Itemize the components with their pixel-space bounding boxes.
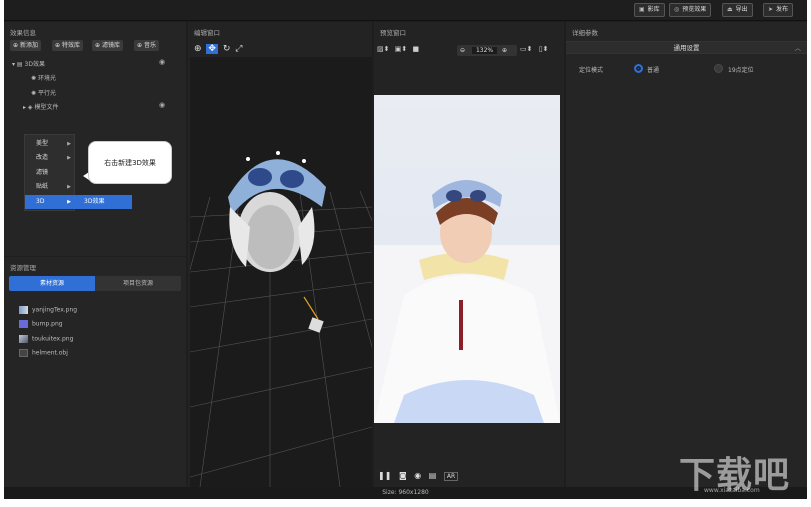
watermark-url: www.xiazaiba.com bbox=[704, 487, 760, 494]
helmet-head-model bbox=[228, 151, 326, 272]
image-thumbnail-icon bbox=[19, 335, 28, 343]
preview-bottom-bar: ❚❚ ◙ ◉ ▤ AR bbox=[378, 471, 459, 481]
preview-photo bbox=[374, 95, 560, 423]
effects-library-button[interactable]: ⊕ 特效库 bbox=[52, 40, 83, 51]
3d-viewport[interactable] bbox=[190, 57, 372, 487]
plus-icon: ⊕ bbox=[55, 42, 62, 49]
instruction-callout: 右击新建3D效果 bbox=[88, 141, 172, 184]
resources-panel-title: 资源管理 bbox=[10, 264, 36, 272]
radio-normal-label: 普通 bbox=[647, 67, 660, 74]
positioning-mode-label: 定位模式 bbox=[579, 67, 604, 74]
visibility-eye-icon[interactable]: ◉ bbox=[159, 101, 165, 109]
preview-extra-controls: ▭⬍ ▯⬍ bbox=[520, 45, 548, 53]
gallery-icon[interactable]: ▤ bbox=[429, 471, 437, 480]
resource-file-row[interactable]: toukuitex.png bbox=[19, 335, 73, 343]
tree-item-model-file[interactable]: ▸ ◈ 模型文件 bbox=[23, 102, 58, 111]
ar-toggle[interactable]: AR bbox=[443, 472, 459, 481]
tree-item-3d-effect[interactable]: ▾ ▤ 3D效果 bbox=[12, 59, 45, 68]
image-thumbnail-icon bbox=[19, 306, 28, 314]
tab-project-resources[interactable]: 项目包资源 bbox=[95, 276, 181, 291]
radio-19-point-label: 19点定位 bbox=[728, 67, 754, 74]
tab-material-resources[interactable]: 素材资源 bbox=[9, 276, 95, 291]
move-tool-icon[interactable]: ✥ bbox=[206, 44, 218, 54]
library-button[interactable]: ▣ 影库 bbox=[634, 3, 665, 17]
preview-effect-button[interactable]: ◎ 预览效果 bbox=[669, 3, 712, 17]
zoom-in-icon[interactable]: ⊕ bbox=[502, 47, 507, 54]
rotate-tool-icon[interactable]: ↻ bbox=[223, 44, 231, 54]
menu-item-beauty[interactable]: 美型 ▶ bbox=[25, 137, 76, 151]
send-icon: ➤ bbox=[768, 6, 774, 13]
radio-normal[interactable] bbox=[634, 64, 643, 73]
camera-icon[interactable]: ■ bbox=[412, 45, 419, 53]
menu-item-3d[interactable]: 3D ▶ bbox=[25, 195, 76, 209]
submenu-arrow-icon: ▶ bbox=[67, 141, 71, 147]
image-select-icon[interactable]: ▨⬍ bbox=[377, 45, 389, 53]
menu-item-filter[interactable]: 滤镜 bbox=[25, 166, 76, 180]
menu-item-sticker[interactable]: 贴纸 ▶ bbox=[25, 180, 76, 194]
submenu-arrow-icon: ▶ bbox=[67, 199, 71, 205]
target-icon[interactable]: ⊕ bbox=[194, 44, 202, 54]
phone-device-icon[interactable]: ▯⬍ bbox=[539, 45, 549, 53]
cube-icon: ▤ bbox=[16, 61, 25, 68]
plus-icon: ⊕ bbox=[137, 42, 144, 49]
preview-panel-title: 预览窗口 bbox=[380, 29, 406, 37]
context-menu: 美型 ▶ 改造 ▶ 滤镜 贴纸 ▶ 3D ▶ bbox=[24, 134, 76, 211]
image-thumbnail-icon bbox=[19, 320, 28, 328]
effects-panel-title: 效果信息 bbox=[10, 29, 36, 37]
video-select-icon[interactable]: ▣⬍ bbox=[395, 45, 407, 53]
radio-19-point[interactable] bbox=[714, 64, 723, 73]
record-icon[interactable]: ◉ bbox=[414, 471, 421, 480]
zoom-value[interactable]: 132% bbox=[471, 47, 498, 54]
tree-item-ambient-light[interactable]: ✺ 环境光 bbox=[31, 73, 56, 82]
resource-file-row[interactable]: helment.obj bbox=[19, 349, 68, 357]
light-icon: ✺ bbox=[31, 90, 38, 97]
pause-icon[interactable]: ❚❚ bbox=[378, 471, 391, 480]
3d-scene bbox=[190, 151, 372, 487]
plus-icon: ⊕ bbox=[95, 42, 102, 49]
music-button[interactable]: ⊕ 音乐 bbox=[134, 40, 159, 51]
export-button[interactable]: ⏏ 导出 bbox=[722, 3, 753, 17]
publish-button[interactable]: ➤ 发布 bbox=[763, 3, 794, 17]
landscape-icon[interactable]: ▭⬍ bbox=[520, 45, 532, 53]
export-icon: ⏏ bbox=[727, 6, 733, 13]
filter-library-button[interactable]: ⊕ 滤镜库 bbox=[92, 40, 123, 51]
visibility-eye-icon[interactable]: ◉ bbox=[159, 58, 165, 66]
light-icon: ✺ bbox=[31, 75, 38, 82]
preview-image bbox=[374, 95, 560, 423]
resource-file-row[interactable]: yanjingTex.png bbox=[19, 306, 77, 314]
obj-file-icon bbox=[19, 349, 28, 357]
screenshot-icon[interactable]: ◙ bbox=[399, 471, 407, 480]
general-settings-header[interactable]: 通用设置 ︿ bbox=[566, 41, 807, 54]
editor-tools: ⊕ ✥ ↻ ⤢ bbox=[194, 44, 242, 54]
library-icon: ▣ bbox=[639, 6, 645, 13]
details-panel: 详细参数 bbox=[566, 22, 807, 487]
zoom-out-icon[interactable]: ⊖ bbox=[460, 47, 465, 54]
collapse-chevron-icon[interactable]: ︿ bbox=[795, 42, 802, 54]
preview-controls: ▨⬍ ▣⬍ ■ bbox=[377, 45, 419, 53]
plus-icon: ⊕ bbox=[13, 42, 20, 49]
eye-preview-icon: ◎ bbox=[674, 6, 680, 13]
submenu-item-3d-effect[interactable]: 3D效果 bbox=[75, 195, 132, 209]
zoom-control[interactable]: ⊖ 132% ⊕ bbox=[457, 45, 517, 56]
app-window: ▣ 影库 ◎ 预览效果 ⏏ 导出 ➤ 发布 效果信息 ⊕ 新添加 ⊕ 特效库 ⊕ 滤镜库… bbox=[4, 0, 807, 499]
canvas-size-text: Size: 960x1280 bbox=[382, 489, 429, 496]
resources-panel: 资源管理 bbox=[4, 257, 186, 487]
editor-panel-title: 编辑窗口 bbox=[194, 29, 220, 37]
top-toolbar: ▣ 影库 ◎ 预览效果 ⏏ 导出 ➤ 发布 bbox=[4, 0, 807, 21]
scale-tool-icon[interactable]: ⤢ bbox=[235, 44, 242, 54]
menu-item-reshape[interactable]: 改造 ▶ bbox=[25, 151, 76, 165]
submenu-arrow-icon: ▶ bbox=[67, 184, 71, 190]
submenu-arrow-icon: ▶ bbox=[67, 155, 71, 161]
tree-item-directional-light[interactable]: ✺ 平行光 bbox=[31, 88, 56, 97]
resource-file-row[interactable]: bump.png bbox=[19, 320, 63, 328]
details-panel-title: 详细参数 bbox=[572, 29, 598, 37]
add-new-button[interactable]: ⊕ 新添加 bbox=[10, 40, 41, 51]
